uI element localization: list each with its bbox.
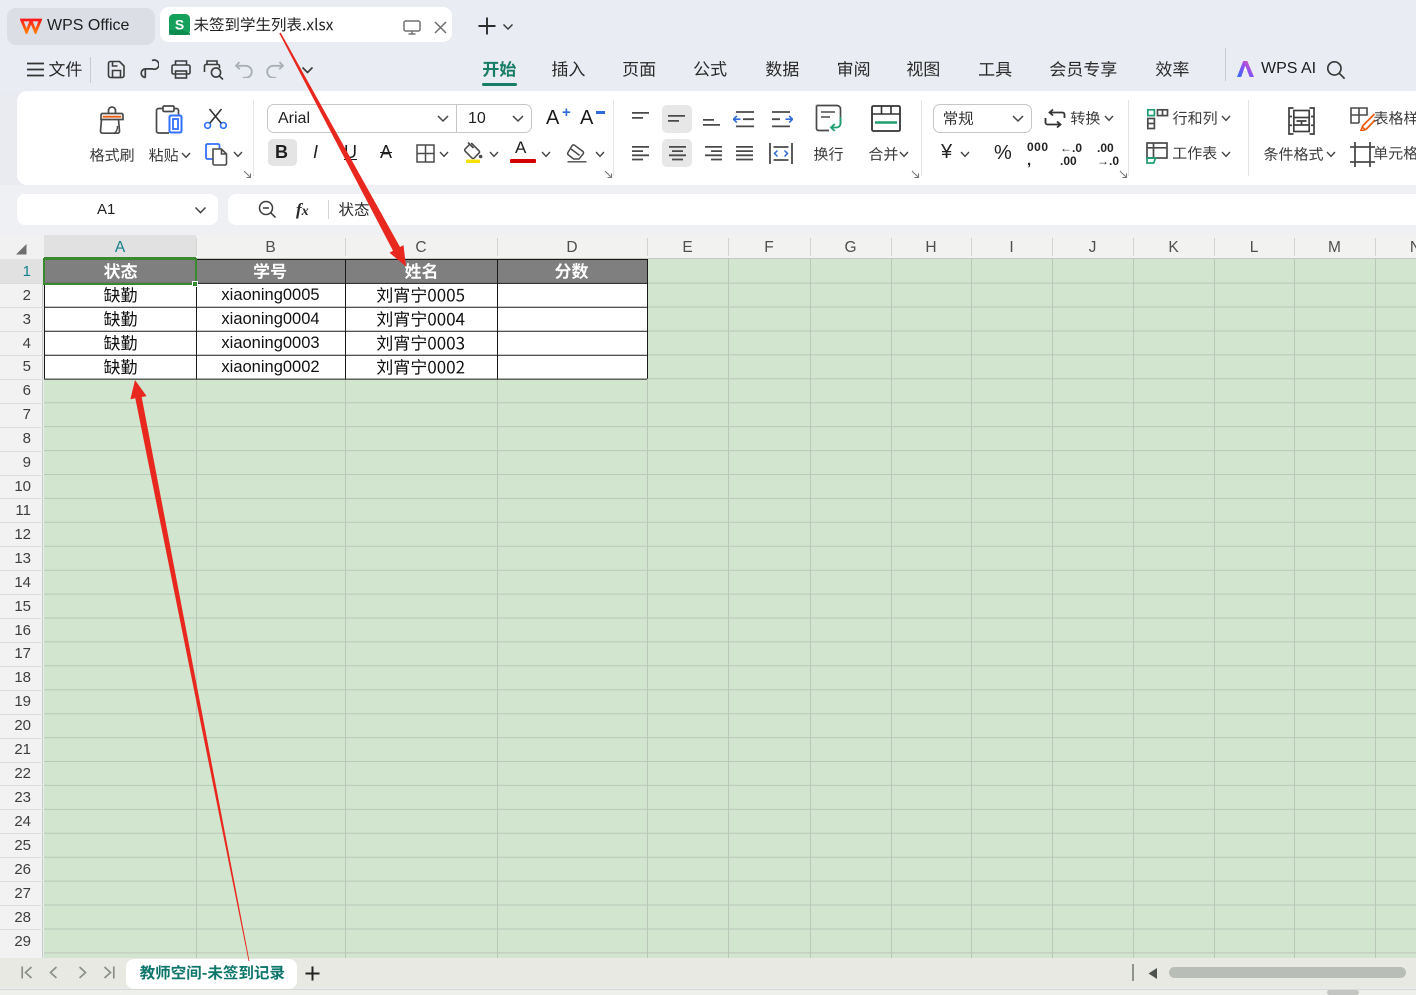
svg-text:S: S — [175, 17, 184, 33]
